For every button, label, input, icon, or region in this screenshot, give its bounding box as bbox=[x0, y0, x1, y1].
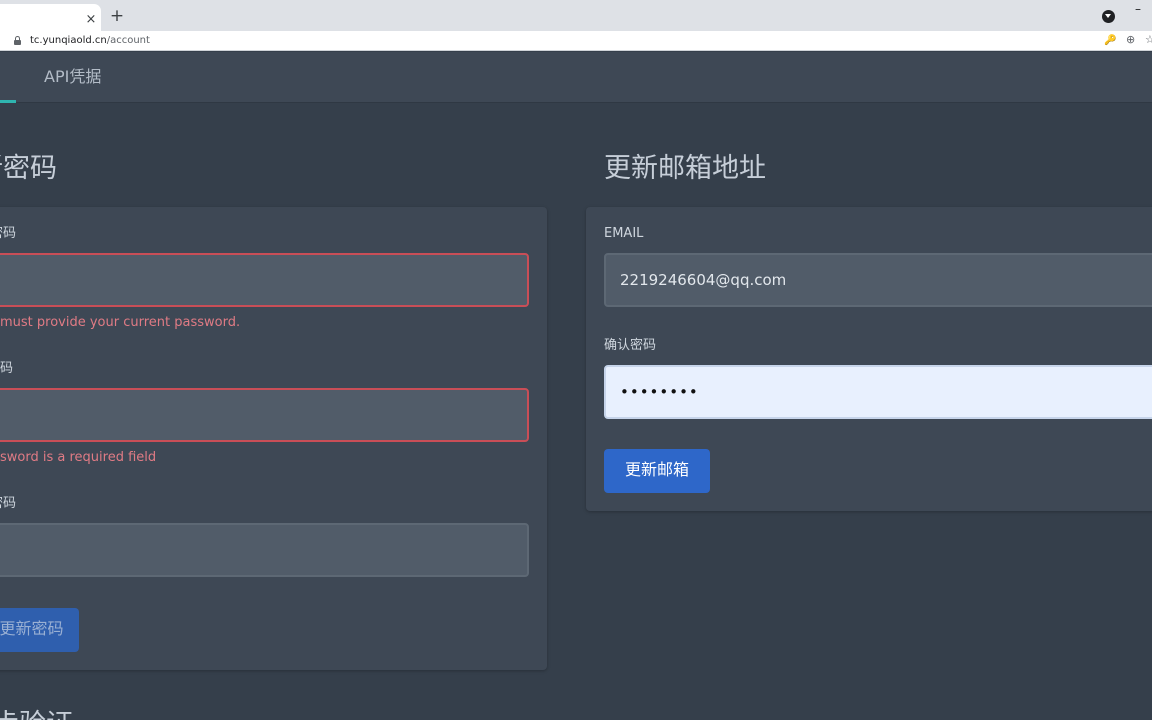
bookmark-star-icon[interactable]: ☆ bbox=[1145, 34, 1152, 46]
confirm-new-password-label: 密码 bbox=[0, 496, 17, 511]
address-bar[interactable]: tc.yunqiaold.cn/account 🔑 ⊕ ☆ bbox=[0, 31, 1152, 51]
lock-icon[interactable] bbox=[14, 36, 21, 45]
zoom-icon[interactable]: ⊕ bbox=[1126, 34, 1138, 46]
current-password-input[interactable] bbox=[0, 253, 529, 307]
confirm-new-password-input[interactable] bbox=[0, 523, 529, 577]
tab-search-icon[interactable] bbox=[1102, 10, 1115, 23]
password-card: 密码 must provide your current password. 码… bbox=[0, 207, 547, 670]
key-icon[interactable]: 🔑 bbox=[1104, 35, 1116, 47]
tab-api-credentials[interactable]: API凭据 bbox=[44, 67, 101, 87]
account-nav: API凭据 bbox=[0, 52, 1152, 103]
url-path: /account bbox=[106, 35, 150, 46]
browser-tab[interactable]: × bbox=[0, 4, 101, 31]
minimize-icon[interactable]: – bbox=[1132, 0, 1144, 18]
password-section-title: 新密码 bbox=[0, 153, 57, 184]
url-host: tc.yunqiaold.cn bbox=[30, 35, 107, 46]
url-text[interactable]: tc.yunqiaold.cn/account bbox=[30, 34, 150, 48]
confirm-password-input[interactable]: •••••••• bbox=[604, 365, 1152, 419]
email-label: EMAIL bbox=[604, 226, 644, 241]
new-password-input[interactable] bbox=[0, 388, 529, 442]
current-password-error: must provide your current password. bbox=[0, 315, 241, 330]
two-factor-section-title: 步验证 bbox=[0, 708, 73, 720]
active-tab-indicator bbox=[0, 100, 16, 103]
new-tab-icon[interactable]: + bbox=[108, 7, 126, 25]
new-password-label: 码 bbox=[0, 361, 14, 376]
email-input[interactable]: 2219246604@qq.com bbox=[604, 253, 1152, 307]
new-password-error: sword is a required field bbox=[0, 450, 157, 465]
email-card: EMAIL 2219246604@qq.com 确认密码 •••••••• 更新… bbox=[586, 207, 1152, 511]
update-password-button[interactable]: 更新密码 bbox=[0, 608, 79, 652]
email-section-title: 更新邮箱地址 bbox=[604, 153, 766, 184]
browser-tab-strip: × + – bbox=[0, 0, 1152, 31]
current-password-label: 密码 bbox=[0, 226, 17, 241]
update-email-button[interactable]: 更新邮箱 bbox=[604, 449, 710, 493]
tab-close-icon[interactable]: × bbox=[84, 13, 98, 27]
confirm-password-label: 确认密码 bbox=[604, 338, 657, 353]
